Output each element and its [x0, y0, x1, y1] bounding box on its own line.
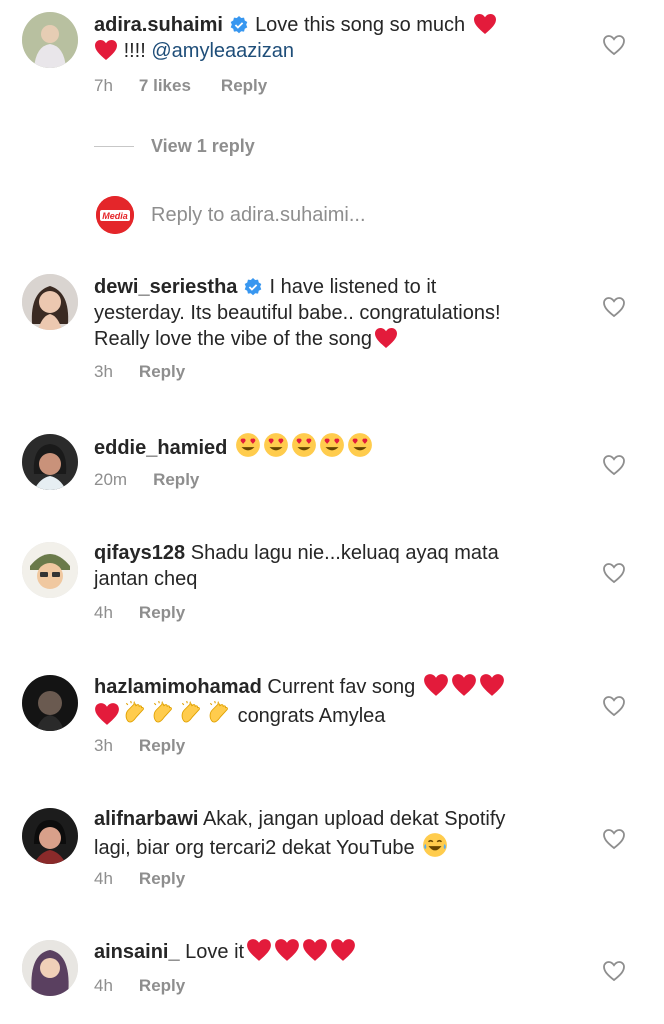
like-heart-icon[interactable]	[602, 34, 626, 56]
comment-text: ainsaini_ Love it	[94, 938, 586, 965]
avatar[interactable]	[22, 274, 78, 330]
comment-meta: 3h Reply	[94, 736, 215, 756]
red-heart-icon	[274, 938, 300, 962]
avatar[interactable]	[22, 434, 78, 490]
like-heart-icon[interactable]	[602, 454, 626, 476]
avatar[interactable]	[22, 675, 78, 731]
comment-text-line: Current fav song	[267, 676, 416, 698]
timestamp: 7h	[94, 76, 113, 95]
username[interactable]: adira.suhaimi	[94, 14, 223, 36]
comment-meta: 7h 7 likes Reply	[94, 76, 297, 96]
timestamp: 3h	[94, 362, 113, 381]
verified-icon	[244, 278, 262, 296]
comment-meta: 4h Reply	[94, 869, 215, 889]
like-heart-icon[interactable]	[602, 562, 626, 584]
like-heart-icon[interactable]	[602, 695, 626, 717]
comment-text: alifnarbawi Akak, jangan upload dekat Sp…	[94, 806, 586, 861]
heart-eyes-emoji	[291, 432, 317, 458]
red-heart-icon	[451, 673, 477, 697]
comment-text-line: lagi, biar org tercari2 dekat YouTube	[94, 837, 415, 859]
red-heart-icon	[302, 938, 328, 962]
username[interactable]: qifays128	[94, 542, 185, 564]
comment-text-line: Akak, jangan upload dekat Spotify	[202, 808, 506, 830]
comment-text: hazlamimohamad Current fav song congrats…	[94, 673, 586, 729]
clapping-hands-emoji	[178, 700, 204, 726]
red-heart-icon	[94, 39, 118, 61]
avatar[interactable]	[22, 542, 78, 598]
reply-button[interactable]: Reply	[139, 603, 185, 622]
likes-count[interactable]: 7 likes	[139, 76, 191, 95]
reply-button[interactable]: Reply	[139, 976, 185, 995]
avatar[interactable]	[22, 12, 78, 68]
comment-text-line: Love it	[185, 941, 245, 963]
avatar[interactable]	[22, 808, 78, 864]
comment-text-line: Really love the vibe of the song	[94, 328, 372, 350]
reply-button[interactable]: Reply	[221, 76, 267, 95]
like-heart-icon[interactable]	[602, 828, 626, 850]
reply-avatar-label: Media	[102, 211, 128, 221]
timestamp: 20m	[94, 470, 128, 489]
avatar[interactable]	[22, 940, 78, 996]
heart-eyes-emoji	[347, 432, 373, 458]
clapping-hands-emoji	[150, 700, 176, 726]
comment-meta: 20m Reply	[94, 470, 229, 490]
clapping-hands-emoji	[206, 700, 232, 726]
comment-text-line: yesterday. Its beautiful babe.. congratu…	[94, 302, 501, 324]
mention-link[interactable]: @amyleaazizan	[151, 40, 294, 62]
comment-text: eddie_hamied	[94, 432, 586, 461]
reply-button[interactable]: Reply	[139, 736, 185, 755]
heart-eyes-emoji	[263, 432, 289, 458]
reply-button[interactable]: Reply	[153, 470, 199, 489]
like-heart-icon[interactable]	[602, 960, 626, 982]
red-heart-icon	[374, 327, 398, 349]
clapping-hands-emoji	[122, 700, 148, 726]
comment-meta: 4h Reply	[94, 976, 215, 996]
comment-text-line: Love this song so much	[255, 14, 466, 36]
reply-button[interactable]: Reply	[139, 362, 185, 381]
comment-meta: 3h Reply	[94, 362, 215, 382]
comment-text-line: Shadu lagu nie...keluaq ayaq mata	[190, 542, 499, 564]
comment-text: dewi_seriestha I have listened to it yes…	[94, 274, 586, 352]
reply-avatar: Media	[96, 196, 134, 234]
username[interactable]: hazlamimohamad	[94, 676, 262, 698]
like-heart-icon[interactable]	[602, 296, 626, 318]
red-heart-icon	[423, 673, 449, 697]
heart-eyes-emoji	[235, 432, 261, 458]
comment-text: adira.suhaimi Love this song so much !!!…	[94, 12, 586, 64]
username[interactable]: dewi_seriestha	[94, 276, 237, 298]
timestamp: 4h	[94, 603, 113, 622]
verified-icon	[230, 16, 248, 34]
username[interactable]: alifnarbawi	[94, 808, 198, 830]
timestamp: 4h	[94, 976, 113, 995]
comment-meta: 4h Reply	[94, 603, 215, 623]
timestamp: 3h	[94, 736, 113, 755]
comment-text-line: congrats Amylea	[237, 705, 386, 727]
red-heart-icon	[246, 938, 272, 962]
username[interactable]: ainsaini_	[94, 941, 180, 963]
username[interactable]: eddie_hamied	[94, 437, 227, 459]
comment-text-line: !!!!	[123, 40, 146, 62]
divider	[94, 146, 134, 147]
red-heart-icon	[479, 673, 505, 697]
face-with-tears-of-joy-emoji	[422, 832, 448, 858]
heart-eyes-emoji	[319, 432, 345, 458]
reply-input[interactable]: Reply to adira.suhaimi...	[151, 204, 366, 227]
view-replies-button[interactable]: View 1 reply	[151, 136, 255, 157]
timestamp: 4h	[94, 869, 113, 888]
reply-button[interactable]: Reply	[139, 869, 185, 888]
red-heart-icon	[473, 13, 497, 35]
comment-text-line: I have listened to it	[269, 276, 437, 298]
comment-text-line: jantan cheq	[94, 568, 198, 590]
red-heart-icon	[330, 938, 356, 962]
comment-text: qifays128 Shadu lagu nie...keluaq ayaq m…	[94, 540, 586, 592]
red-heart-icon	[94, 702, 120, 726]
